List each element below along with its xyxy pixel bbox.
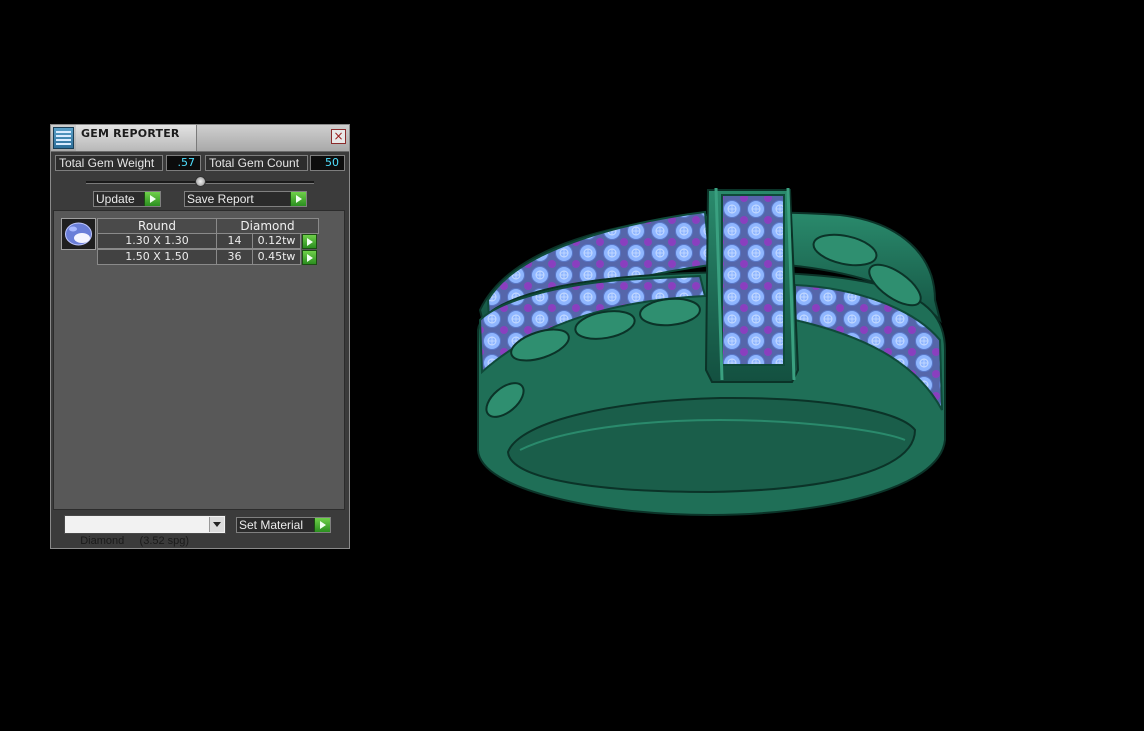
update-button[interactable]: Update — [93, 191, 161, 207]
play-icon — [290, 192, 306, 206]
row2-size: 1.50 X 1.50 — [97, 249, 217, 265]
material-column-header: Diamond — [216, 218, 319, 234]
total-gem-weight-value: .57 — [166, 155, 201, 171]
set-material-button[interactable]: Set Material — [236, 517, 331, 533]
row1-weight: 0.12tw — [252, 233, 301, 249]
close-button[interactable]: × — [331, 129, 346, 144]
panel-title: GEM REPORTER — [81, 127, 180, 140]
row2-count: 36 — [216, 249, 253, 265]
gem-reporter-panel: GEM REPORTER × Total Gem Weight .57 Tota… — [50, 124, 350, 549]
panel-titlebar[interactable]: GEM REPORTER × — [51, 125, 349, 152]
round-gem-thumbnail[interactable] — [61, 218, 96, 250]
set-material-button-label: Set Material — [239, 518, 304, 532]
row2-go-button[interactable] — [302, 250, 317, 265]
gem-reporter-icon — [53, 127, 74, 149]
row1-count: 14 — [216, 233, 253, 249]
total-gem-count-value: 50 — [310, 155, 345, 171]
save-report-button[interactable]: Save Report — [184, 191, 307, 207]
play-icon — [144, 192, 160, 206]
material-select[interactable]: Diamond (3.52 spg) — [64, 515, 226, 547]
panel-splitter-handle[interactable] — [195, 176, 206, 187]
shape-column-header: Round — [97, 218, 217, 234]
report-area: Round Diamond 1.30 X 1.30 14 0.12tw 1.50… — [53, 210, 345, 510]
play-icon — [314, 518, 330, 532]
close-icon: × — [333, 129, 344, 143]
row2-weight: 0.45tw — [252, 249, 301, 265]
total-gem-count-label: Total Gem Count — [205, 155, 308, 171]
material-select-value: Diamond (3.52 spg) — [80, 535, 190, 547]
update-button-label: Update — [96, 192, 135, 206]
chevron-down-icon[interactable] — [209, 517, 224, 532]
total-gem-weight-label: Total Gem Weight — [55, 155, 163, 171]
row1-go-button[interactable] — [302, 234, 317, 249]
row1-size: 1.30 X 1.30 — [97, 233, 217, 249]
save-report-button-label: Save Report — [187, 192, 254, 206]
